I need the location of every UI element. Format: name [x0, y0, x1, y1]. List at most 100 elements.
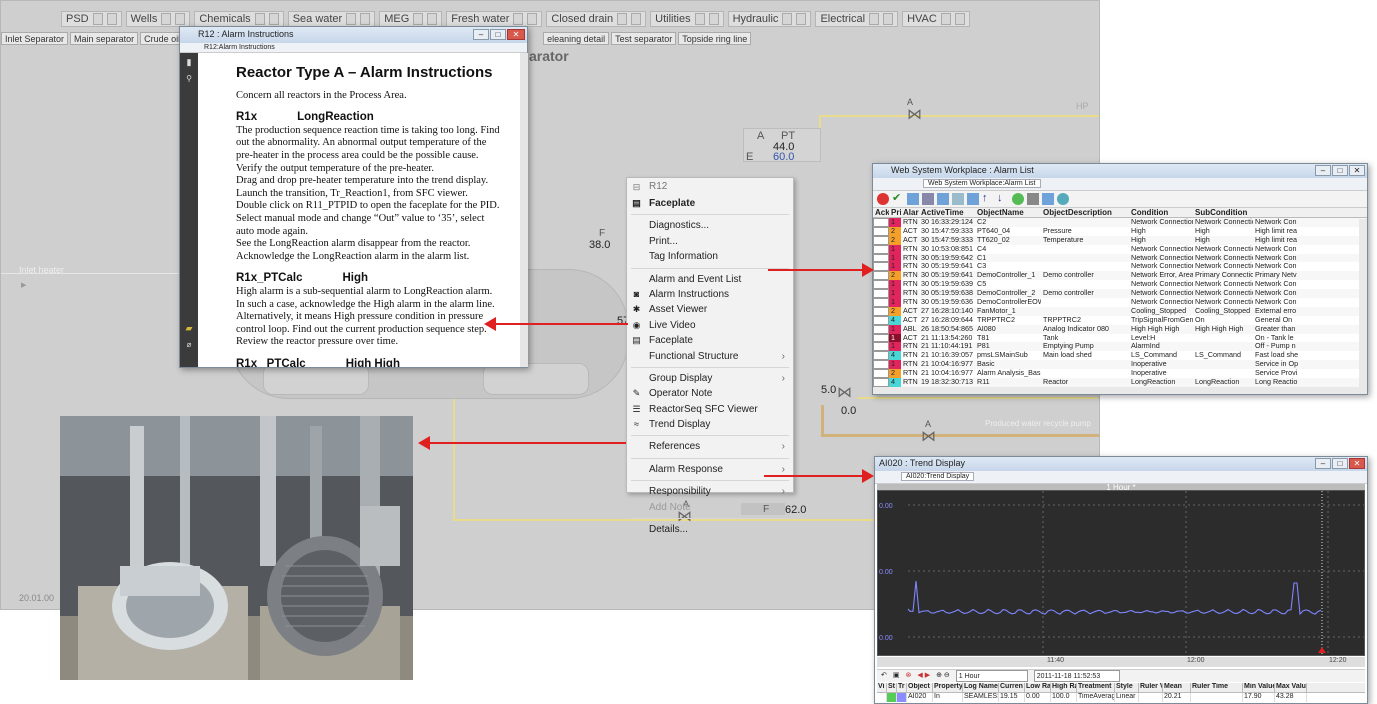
menu-item-references[interactable]: References › [627, 439, 793, 454]
trend-column-header[interactable]: Object [907, 683, 933, 692]
display-tab[interactable]: eleaning detail [543, 32, 610, 45]
column-header[interactable]: ObjectName [975, 208, 1041, 217]
nav-button[interactable]: Hydraulic [727, 11, 812, 27]
ack-checkbox[interactable] [873, 244, 889, 254]
ack-checkbox[interactable] [873, 378, 889, 387]
nav-button[interactable]: HVAC [902, 11, 970, 27]
ack-checkbox[interactable] [873, 271, 889, 281]
acknowledge-icon[interactable]: ✔ [892, 193, 904, 205]
trend-column-header[interactable]: Log Name [963, 683, 999, 692]
ack-checkbox[interactable] [873, 342, 889, 352]
alarm-row[interactable]: 1 ACT 21 11:13:54:260 T81 Tank Level:H On - Ta… [873, 333, 1367, 343]
menu-item-group-display[interactable]: Group Display › [627, 371, 793, 386]
export-icon[interactable] [967, 193, 979, 205]
title-bar[interactable]: AI020 : Trend Display – □ ✕ [875, 457, 1367, 471]
nav-button[interactable]: Closed drain [546, 11, 647, 27]
alarm-list-window[interactable]: Web System Workplace : Alarm List – □ ✕ … [872, 163, 1368, 395]
menu-item-trend-display[interactable]: ≈ Trend Display [627, 417, 793, 432]
close-button[interactable]: ✕ [1349, 458, 1365, 469]
columns-icon[interactable] [1042, 193, 1054, 205]
menu-item-faceplate[interactable]: ▤ Faceplate [627, 333, 793, 348]
trend-column-header[interactable]: Mean [1163, 683, 1191, 692]
valve-icon[interactable]: ⋈ [907, 105, 922, 123]
refresh-icon[interactable] [1012, 193, 1024, 205]
nav-button[interactable]: Chemicals [194, 11, 284, 27]
menu-item-asset-viewer[interactable]: ✱ Asset Viewer [627, 302, 793, 317]
up-arrow-icon[interactable]: ↑ [982, 193, 994, 205]
column-header[interactable]: ObjectDescription [1041, 208, 1129, 217]
ack-checkbox[interactable] [873, 351, 889, 361]
alarm-row[interactable]: 1 ABL 26 18:50:54:865 AI080 Analog Indicator… [873, 324, 1367, 334]
trend-display-window[interactable]: AI020 : Trend Display – □ ✕ AI020:Trend … [874, 456, 1368, 704]
maximize-button[interactable]: □ [490, 29, 506, 40]
display-tab[interactable]: Topside ring line [678, 32, 752, 45]
trend-column-header[interactable]: Curren [999, 683, 1025, 692]
alarm-horizontal-scrollbar[interactable] [873, 387, 1367, 394]
alarm-row[interactable]: 1 RTN 30 10:53:08:851 C4 Network Connection N… [873, 244, 1367, 254]
ack-checkbox[interactable] [873, 235, 889, 245]
alarm-vertical-scrollbar[interactable] [1359, 219, 1367, 389]
alarm-row[interactable]: 1RTN30 05:19:59:636 DemoControllerEOW_ Net… [873, 298, 1367, 307]
address-bar[interactable]: R12:Alarm Instructions [180, 43, 527, 53]
trend-column-header[interactable]: Min Value [1243, 683, 1275, 692]
ack-page-icon[interactable] [907, 193, 919, 205]
alarm-row[interactable]: 1 RTN 30 05:19:59:642 C1 Network Connection N… [873, 253, 1367, 263]
zoom-icon[interactable]: ⊕ ⊖ [936, 670, 950, 682]
nav-button[interactable]: Electrical [815, 11, 899, 27]
stop-icon[interactable]: ⊗ [906, 670, 912, 682]
trend-column-header[interactable]: Property [933, 683, 963, 692]
column-header[interactable]: Ack [873, 208, 889, 217]
trend-column-header[interactable]: Style [1115, 683, 1139, 692]
maximize-button[interactable]: □ [1332, 458, 1348, 469]
trend-plot[interactable]: 0.00 0.00 0.00 [877, 490, 1365, 656]
title-bar[interactable]: Web System Workplace : Alarm List – □ ✕ [873, 164, 1367, 178]
alarm-row[interactable]: 4 RTN 21 10:16:39:057 pmsLSMainSub Main load… [873, 351, 1367, 361]
trend-column-header[interactable]: High Ra [1051, 683, 1077, 692]
address-bar[interactable]: Web System Workplace:Alarm List [873, 178, 1367, 191]
alarm-row[interactable]: 1 RTN 21 10:04:16:977 Basic Inoperative Servi… [873, 360, 1367, 370]
alarm-row[interactable]: 2 ACT 30 15:47:59:333 PT640_04 Pressure High H… [873, 226, 1367, 236]
minimize-button[interactable]: – [1315, 165, 1331, 176]
alarm-row[interactable]: 2 ACT 27 16:28:10:140 FanMotor_1 Cooling_Sto… [873, 306, 1367, 316]
alarm-row[interactable]: 2RTN21 10:04:16:977 Alarm Analysis_Basic_… [873, 369, 1367, 379]
column-header[interactable] [1253, 208, 1361, 217]
menu-item-print[interactable]: Print... [627, 234, 793, 249]
ack-checkbox[interactable] [873, 218, 889, 227]
menu-item-tag-information[interactable]: Tag Information [627, 249, 793, 264]
menu-item-diagnostics[interactable]: Diagnostics... [627, 218, 793, 233]
alarm-row[interactable]: 1 RTN 30 16:33:29:124 C2 Network Connection N… [873, 218, 1367, 227]
close-button[interactable]: ✕ [1349, 165, 1365, 176]
ack-checkbox[interactable] [873, 369, 889, 379]
maximize-button[interactable]: □ [1332, 165, 1348, 176]
menu-item-details[interactable]: Details... [627, 522, 793, 537]
help-icon[interactable] [1057, 193, 1069, 205]
trend-column-header[interactable]: Ruler V [1139, 683, 1163, 692]
minimize-button[interactable]: – [473, 29, 489, 40]
trend-table-row[interactable]: AI020InSEAMLESS19.150.00100.0TimeAverage… [877, 693, 1365, 702]
menu-item-live-video[interactable]: ◉ Live Video [627, 318, 793, 333]
ruler-marker-icon[interactable] [1318, 647, 1326, 653]
trend-column-header[interactable]: Ruler Time [1191, 683, 1243, 692]
date-select[interactable]: 2011-11-18 11:52:53 [1033, 670, 1120, 682]
alarm-instructions-window[interactable]: R12 : Alarm Instructions – □ ✕ R12:Alarm… [179, 26, 528, 368]
print-icon[interactable] [952, 193, 964, 205]
stop-icon[interactable] [877, 193, 889, 205]
trend-column-header[interactable]: St [887, 683, 897, 692]
nav-button[interactable]: Utilities [650, 11, 724, 27]
menu-item-faceplate[interactable]: ▤ Faceplate [627, 196, 793, 211]
alarm-row[interactable]: 2 ACT 30 15:47:59:333 TT620_02 Temperature Hi… [873, 235, 1367, 245]
control-valve-icon[interactable]: ⋈ [837, 383, 852, 401]
trend-column-header[interactable]: Tr [897, 683, 907, 692]
menu-item-alarm-instructions[interactable]: ◙ Alarm Instructions [627, 287, 793, 302]
vertical-scrollbar[interactable] [520, 53, 528, 367]
menu-item-functional-structure[interactable]: Functional Structure › [627, 349, 793, 364]
save-icon[interactable]: ▣ [893, 670, 900, 682]
menu-item-alarm-and-event-list[interactable]: Alarm and Event List [627, 272, 793, 287]
trend-column-header[interactable]: Treatment [1077, 683, 1115, 692]
alarm-row[interactable]: 1 RTN 30 05:19:59:639 C5 Network Connection N… [873, 280, 1367, 290]
column-header[interactable]: Prio [889, 208, 901, 217]
context-menu[interactable]: ⊟ R12 ▤ Faceplate Diagnostics... Print... Tag… [626, 177, 794, 535]
play-icon[interactable]: ◀ ▶ [917, 670, 930, 682]
trend-column-header[interactable]: Low Ran [1025, 683, 1051, 692]
nav-button[interactable]: PSD [61, 11, 122, 27]
